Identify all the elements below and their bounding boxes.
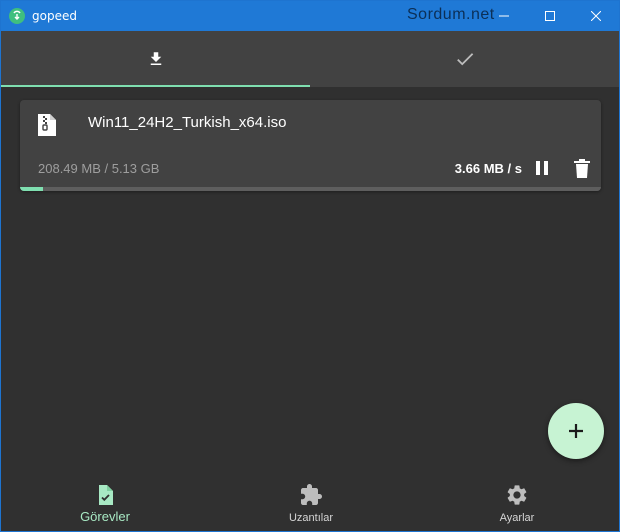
delete-button[interactable]: [570, 156, 594, 180]
nav-tasks-label: Görevler: [80, 509, 130, 524]
download-size: 208.49 MB / 5.13 GB: [38, 161, 160, 176]
tab-completed[interactable]: [310, 31, 619, 87]
app-title: gopeed: [32, 9, 77, 23]
task-tabs: [1, 31, 619, 87]
download-progress-fill: [20, 187, 44, 191]
file-name: Win11_24H2_Turkish_x64.iso: [88, 114, 287, 131]
download-progress-bar: [20, 187, 601, 191]
app-window: gopeed Sordum.net Win11_24H2_Turkish_x64…: [0, 0, 620, 532]
maximize-button[interactable]: [527, 1, 573, 31]
pause-icon: [536, 161, 548, 175]
minimize-button[interactable]: [481, 1, 527, 31]
download-icon: [150, 52, 161, 65]
nav-extensions-label: Uzantılar: [288, 512, 334, 524]
gopeed-logo-icon: [9, 8, 25, 24]
minimize-icon: [499, 15, 509, 17]
nav-settings[interactable]: Ayarlar: [457, 471, 577, 531]
nav-tasks[interactable]: Görevler: [45, 471, 165, 531]
close-icon: [591, 11, 601, 21]
tab-downloading[interactable]: [1, 31, 310, 87]
task-list-icon: [99, 485, 113, 505]
nav-extensions[interactable]: Uzantılar: [251, 471, 371, 531]
add-download-button[interactable]: [548, 403, 604, 459]
zip-file-icon: [38, 114, 56, 136]
maximize-icon: [545, 11, 555, 21]
pause-button[interactable]: [530, 156, 554, 180]
puzzle-icon: [301, 484, 322, 505]
check-icon: [456, 53, 473, 66]
download-task-card[interactable]: Win11_24H2_Turkish_x64.iso 208.49 MB / 5…: [20, 100, 601, 191]
bottom-navigation: Görevler Uzantılar Ayarlar: [1, 471, 619, 531]
trash-icon: [574, 158, 590, 178]
download-speed: 3.66 MB / s: [454, 161, 522, 176]
plus-icon: [569, 424, 583, 438]
active-tab-indicator: [1, 85, 310, 87]
gear-icon: [507, 485, 527, 505]
close-button[interactable]: [573, 1, 619, 31]
title-bar[interactable]: gopeed Sordum.net: [1, 1, 619, 31]
nav-settings-label: Ayarlar: [499, 512, 535, 524]
